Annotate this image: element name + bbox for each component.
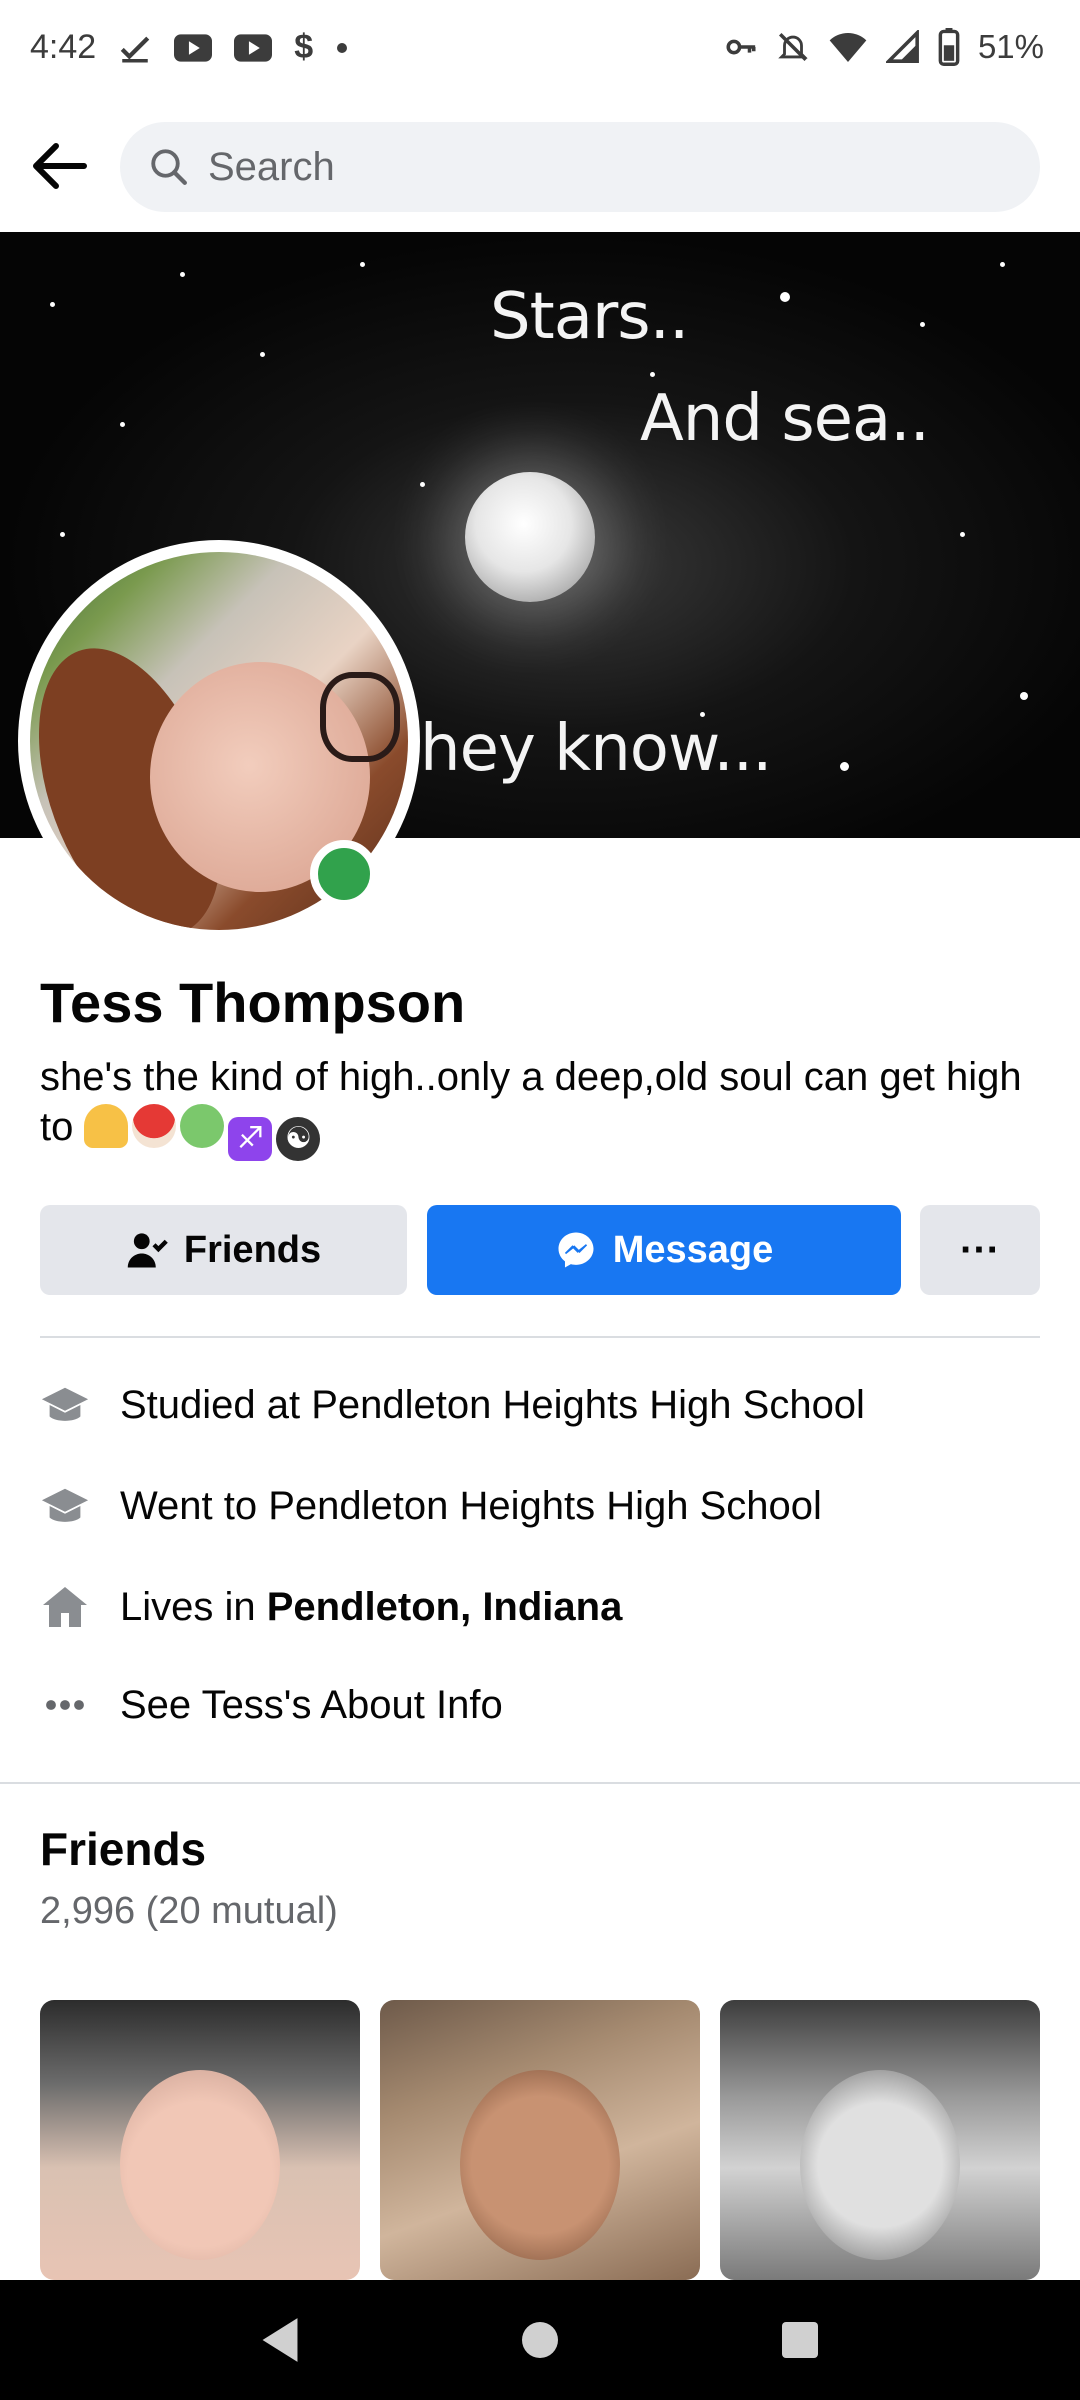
mushroom-icon [132,1104,177,1148]
friends-count: 2,996 (20 mutual) [40,1890,338,1932]
youtube-icon [174,33,213,63]
online-status-indicator [310,840,378,908]
more-dots-icon [40,1680,90,1730]
status-time: 4:42 [30,28,97,66]
muted-bell-icon [776,30,810,64]
wifi-icon [828,30,868,64]
cover-text-sea: And sea.. [640,382,930,456]
section-divider [0,1782,1080,1784]
square-recents-icon [782,2322,818,2358]
went-to-text: Went to Pendleton Heights High School [120,1483,822,1528]
circle-home-icon [522,2322,558,2358]
youtube-icon [234,33,273,63]
divider [40,1336,1040,1338]
lives-prefix: Lives in [120,1584,267,1629]
home-icon [40,1582,90,1632]
friends-button[interactable]: Friends [40,1205,407,1295]
search-placeholder: Search [208,144,335,189]
studied-text: Studied at Pendleton Heights High School [120,1382,865,1427]
triangle-back-icon [262,2318,298,2362]
status-bar: 4:42 $ 51% [0,0,1080,100]
see-about-info-link[interactable]: See Tess's About Info [40,1680,503,1730]
sagittarius-icon: ♐ [228,1117,273,1161]
cover-text-know: hey know... [420,712,772,786]
see-about-text: See Tess's About Info [120,1682,503,1727]
message-button[interactable]: Message [427,1205,901,1295]
friend-photo-3[interactable] [720,2000,1040,2280]
dollar-icon: $ [294,28,314,66]
lives-place-link[interactable]: Pendleton, Indiana [267,1585,623,1630]
search-header: Search [0,100,1080,230]
dot-icon [335,41,349,55]
info-lives-in: Lives in Pendleton, Indiana [40,1582,622,1632]
nav-recents-button[interactable] [760,2300,840,2380]
info-went-to: Went to Pendleton Heights High School [40,1481,822,1531]
battery-icon [938,28,960,66]
vpn-key-icon [724,30,758,64]
message-button-label: Message [612,1228,774,1271]
system-nav-bar [0,2280,1080,2400]
search-input[interactable]: Search [120,122,1040,212]
more-dots-icon: ··· [960,1227,1000,1272]
battery-percent: 51% [977,28,1044,65]
friends-section-title: Friends [40,1823,207,1875]
yin-yang-icon: ☯ [276,1117,321,1161]
friend-check-icon [127,1233,168,1268]
recycling-icon [180,1104,225,1148]
cover-text-stars: Stars.. [490,280,689,354]
friend-photo-2[interactable] [380,2000,700,2280]
graduation-cap-icon [40,1380,90,1430]
nav-home-button[interactable] [500,2300,580,2380]
search-icon [151,149,187,185]
back-arrow-icon [33,143,87,189]
graduation-cap-icon [40,1481,90,1531]
friends-button-label: Friends [183,1228,322,1271]
victory-hand-icon [84,1104,129,1148]
info-studied: Studied at Pendleton Heights High School [40,1380,865,1430]
checkmark-icon [118,31,152,65]
profile-name: Tess Thompson [40,971,466,1034]
messenger-icon [558,1232,594,1268]
profile-bio: she's the kind of high..only a deep,old … [40,1052,1040,1161]
moon-graphic [465,472,595,602]
nav-back-button[interactable] [240,2300,320,2380]
back-button[interactable] [24,130,96,202]
more-options-button[interactable]: ··· [920,1205,1040,1295]
signal-icon [885,30,920,64]
friend-photo-1[interactable] [40,2000,360,2280]
